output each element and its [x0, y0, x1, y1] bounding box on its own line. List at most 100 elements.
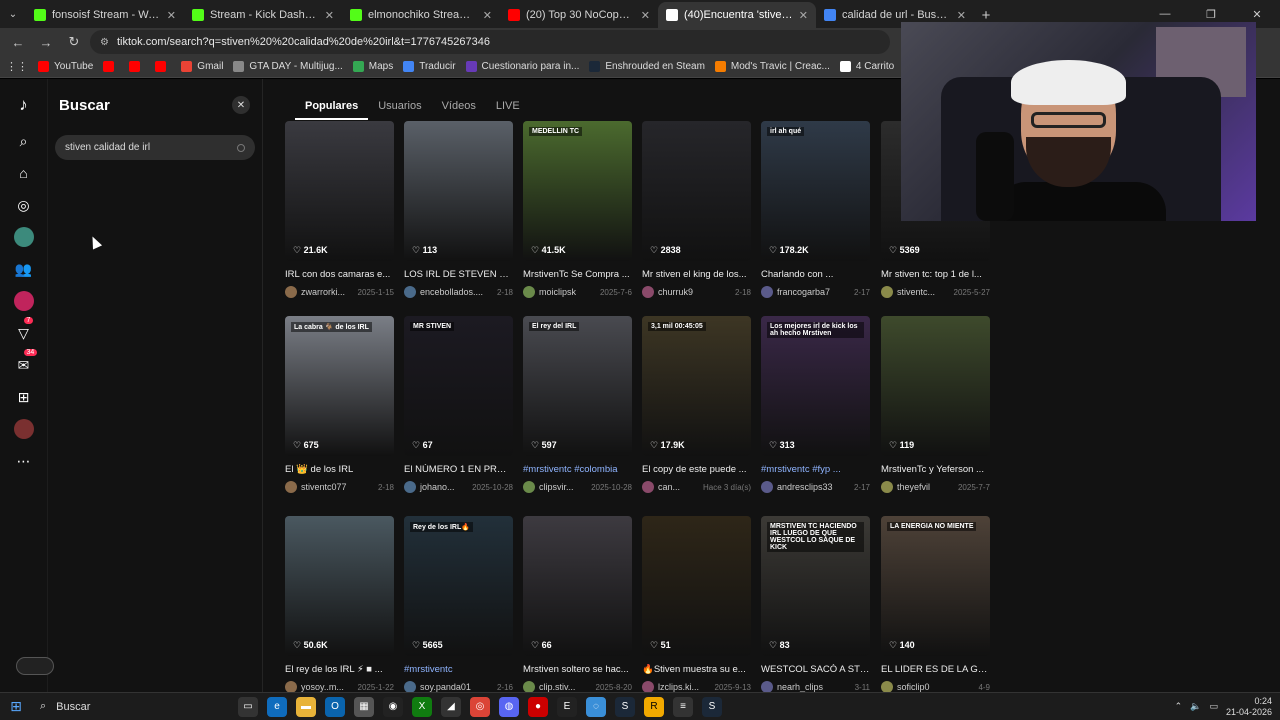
- video-card[interactable]: ♡ 2838 Mr stiven el king de los... churruk…: [642, 121, 751, 298]
- author-avatar[interactable]: [642, 481, 654, 493]
- tab-search-icon[interactable]: ⌄: [0, 0, 26, 28]
- author-name[interactable]: stiventc077: [301, 482, 347, 492]
- video-thumbnail[interactable]: ♡ 119: [881, 316, 990, 456]
- author-avatar[interactable]: [761, 481, 773, 493]
- video-thumbnail[interactable]: ♡ 113: [404, 121, 513, 261]
- video-card[interactable]: ♡ 113 LOS IRL DE STEVEN S... encebollados.…: [404, 121, 513, 298]
- video-card[interactable]: ♡ 51 🔥Stiven muestra su e... lzclips.ki...…: [642, 516, 751, 693]
- author-avatar[interactable]: [285, 286, 297, 298]
- video-card[interactable]: MR STIVEN ♡ 67 El NÚMERO 1 EN PROD... johan…: [404, 316, 513, 493]
- video-card[interactable]: ♡ 21.6K IRL con dos camaras e... zwarrorki…: [285, 121, 394, 298]
- browser-tab[interactable]: fonsoisf Stream - Watch Live o ✕: [26, 2, 184, 28]
- video-title[interactable]: El rey de los IRL ⚡ ■ ...: [285, 664, 394, 675]
- friends-icon[interactable]: 👥: [14, 259, 34, 279]
- video-thumbnail[interactable]: LA ENERGIA NO MIENTE ♡ 140: [881, 516, 990, 656]
- search-input[interactable]: stiven calidad de irl: [55, 135, 255, 160]
- video-title[interactable]: Mr stiven el king de los...: [642, 269, 751, 280]
- inbox-icon[interactable]: ✉ 34: [14, 349, 38, 375]
- author-name[interactable]: theyefvil: [897, 482, 930, 492]
- bookmark[interactable]: Gmail: [181, 61, 223, 72]
- author-name[interactable]: soficlip0: [897, 682, 930, 692]
- author-name[interactable]: clipsvir...: [539, 482, 574, 492]
- author-name[interactable]: johano...: [420, 482, 455, 492]
- obs-icon[interactable]: ◉: [383, 696, 403, 717]
- author-name[interactable]: soy.panda01: [420, 682, 471, 692]
- start-button[interactable]: ⊞: [0, 698, 32, 715]
- bookmark[interactable]: Enshrouded en Steam: [589, 61, 705, 72]
- task-view-icon[interactable]: ▭: [238, 696, 258, 717]
- bookmark[interactable]: Mod's Travic | Creac...: [714, 61, 830, 72]
- author-name[interactable]: stiventc...: [897, 287, 935, 297]
- forward-button[interactable]: →: [34, 30, 58, 54]
- close-search-panel-button[interactable]: ✕: [232, 96, 250, 114]
- video-title[interactable]: El copy de este puede ...: [642, 464, 751, 475]
- video-title[interactable]: IRL con dos camaras e...: [285, 269, 394, 280]
- video-card[interactable]: ♡ 119 MrstivenTc y Yeferson ... theyefvil 2…: [881, 316, 990, 493]
- search-icon[interactable]: ⌕: [14, 131, 34, 151]
- tab-close-icon[interactable]: ✕: [799, 9, 808, 22]
- tab-close-icon[interactable]: ✕: [641, 9, 650, 22]
- video-card[interactable]: Rey de los IRL🔥 ♡ 5665 #mrstiventc soy.pand…: [404, 516, 513, 693]
- video-title[interactable]: Charlando con ...: [761, 269, 870, 280]
- video-card[interactable]: El rey del IRL ♡ 597 #mrstiventc #colombia…: [523, 316, 632, 493]
- battery-icon[interactable]: ▭: [1209, 701, 1218, 712]
- apps-icon[interactable]: ⋮⋮: [6, 60, 28, 73]
- bookmark[interactable]: [129, 61, 145, 72]
- video-title[interactable]: El 👑 de los IRL: [285, 464, 394, 475]
- video-card[interactable]: ♡ 66 Mrstiven soltero se hac... clip.stiv.…: [523, 516, 632, 693]
- video-card[interactable]: La cabra 🐐 de los IRL ♡ 675 El 👑 de los IR…: [285, 316, 394, 493]
- upload-icon[interactable]: ⊞: [14, 387, 34, 407]
- author-name[interactable]: lzclips.ki...: [658, 682, 699, 692]
- video-title[interactable]: MrstivenTc Se Compra ...: [523, 269, 632, 280]
- xbox-icon[interactable]: X: [412, 696, 432, 717]
- video-thumbnail[interactable]: irl ah qué ♡ 178.2K: [761, 121, 870, 261]
- activity-icon[interactable]: ▽ 7: [14, 317, 34, 343]
- browser-tab[interactable]: elmonochiko Stream - Watch Li ✕: [342, 2, 500, 28]
- bookmark[interactable]: Traducir: [403, 61, 456, 72]
- video-thumbnail[interactable]: El rey del IRL ♡ 597: [523, 316, 632, 456]
- video-thumbnail[interactable]: ♡ 66: [523, 516, 632, 656]
- site-info-icon[interactable]: ⚙: [100, 37, 109, 48]
- video-thumbnail[interactable]: ♡ 51: [642, 516, 751, 656]
- video-thumbnail[interactable]: ♡ 21.6K: [285, 121, 394, 261]
- bookmark[interactable]: [155, 61, 171, 72]
- tab-close-icon[interactable]: ✕: [167, 9, 176, 22]
- video-card[interactable]: irl ah qué ♡ 178.2K Charlando con ... franc…: [761, 121, 870, 298]
- result-tab[interactable]: Vídeos: [432, 100, 486, 120]
- author-name[interactable]: nearh_clips: [777, 682, 823, 692]
- author-name[interactable]: encebollados....: [420, 287, 483, 297]
- tab-close-icon[interactable]: ✕: [325, 9, 334, 22]
- store-icon[interactable]: ▦: [354, 696, 374, 717]
- back-button[interactable]: ←: [6, 30, 30, 54]
- video-title[interactable]: #mrstiventc: [404, 664, 513, 675]
- browser-tab[interactable]: (40)Encuentra 'stiven calidad d ✕: [658, 2, 816, 28]
- author-avatar[interactable]: [523, 481, 535, 493]
- tiktok-logo-icon[interactable]: ♪: [14, 95, 34, 115]
- tab-close-icon[interactable]: ✕: [483, 9, 492, 22]
- result-tab[interactable]: Usuarios: [368, 100, 431, 120]
- video-title[interactable]: #mrstiventc #colombia: [523, 464, 632, 475]
- tray-chevron-icon[interactable]: ⌃: [1175, 701, 1183, 712]
- video-thumbnail[interactable]: MR STIVEN ♡ 67: [404, 316, 513, 456]
- more-icon[interactable]: ⋯: [14, 451, 34, 471]
- video-thumbnail[interactable]: Rey de los IRL🔥 ♡ 5665: [404, 516, 513, 656]
- chrome-icon[interactable]: ◎: [470, 696, 490, 717]
- tab-close-icon[interactable]: ✕: [957, 9, 966, 22]
- author-avatar[interactable]: [881, 286, 893, 298]
- steam-icon[interactable]: S: [615, 696, 635, 717]
- profile-avatar[interactable]: [13, 419, 34, 439]
- video-card[interactable]: 3,1 mil 00:45:05 ♡ 17.9K El copy de este p…: [642, 316, 751, 493]
- video-title[interactable]: El NÚMERO 1 EN PROD...: [404, 464, 513, 475]
- video-thumbnail[interactable]: 3,1 mil 00:45:05 ♡ 17.9K: [642, 316, 751, 456]
- video-thumbnail[interactable]: MRSTIVEN TC HACIENDO IRL LUEGO DE QUE WE…: [761, 516, 870, 656]
- browser-tab[interactable]: (20) Top 30 NoCopyrightSound ✕: [500, 2, 658, 28]
- clock[interactable]: 0:24 21-04-2026: [1226, 696, 1272, 718]
- author-name[interactable]: francogarba7: [777, 287, 830, 297]
- author-name[interactable]: clip.stiv...: [539, 682, 575, 692]
- edge-icon[interactable]: e: [267, 696, 287, 717]
- discord-icon[interactable]: ◍: [499, 696, 519, 717]
- author-avatar[interactable]: [285, 481, 297, 493]
- epic-games-icon[interactable]: E: [557, 696, 577, 717]
- author-name[interactable]: moiclipsk: [539, 287, 576, 297]
- video-card[interactable]: MEDELLIN TC ♡ 41.5K MrstivenTc Se Compra .…: [523, 121, 632, 298]
